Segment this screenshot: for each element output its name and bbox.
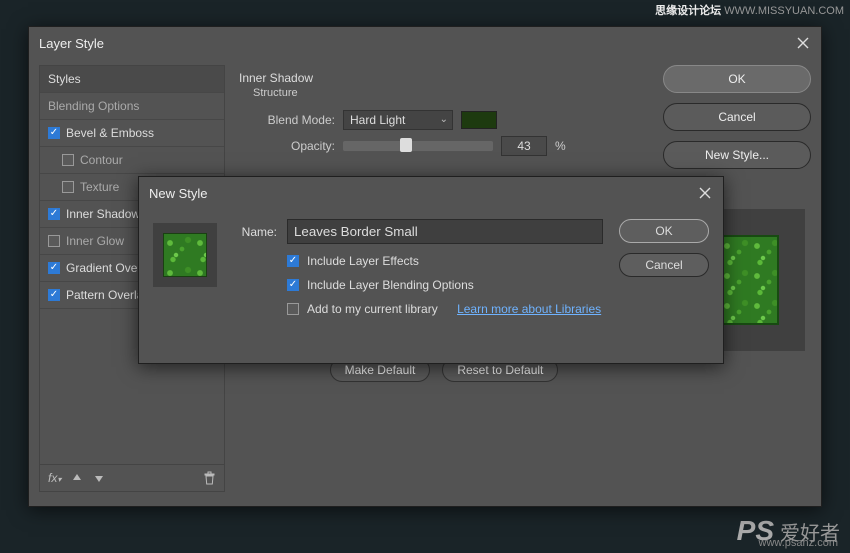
gradient-overlay-checkbox[interactable] (48, 262, 60, 274)
include-effects-label: Include Layer Effects (307, 254, 419, 268)
add-library-label: Add to my current library (307, 302, 438, 316)
watermark-top: 思缘设计论坛 WWW.MISSYUAN.COM (655, 2, 844, 18)
inner-shadow-checkbox[interactable] (48, 208, 60, 220)
cancel-button[interactable]: Cancel (663, 103, 811, 131)
contour-row[interactable]: Contour (40, 147, 224, 174)
move-up-icon[interactable] (71, 472, 83, 484)
settings-section-title: Inner Shadow (239, 71, 649, 85)
watermark-bot-url: www.psahz.com (759, 537, 838, 549)
opacity-value[interactable]: 43 (501, 136, 547, 156)
style-name-input[interactable] (287, 219, 603, 244)
chevron-down-icon: ⌄ (440, 114, 448, 125)
layer-style-title: Layer Style (39, 36, 104, 51)
new-style-title: New Style (149, 186, 208, 201)
watermark-top-cn: 思缘设计论坛 (655, 5, 721, 17)
contour-checkbox[interactable] (62, 154, 74, 166)
new-style-ok-button[interactable]: OK (619, 219, 709, 243)
blending-options-row[interactable]: Blending Options (40, 93, 224, 120)
bevel-emboss-row[interactable]: Bevel & Emboss (40, 120, 224, 147)
opacity-label: Opacity: (239, 139, 335, 153)
texture-checkbox[interactable] (62, 181, 74, 193)
structure-heading: Structure (239, 87, 649, 99)
include-effects-checkbox[interactable] (287, 255, 299, 267)
opacity-slider[interactable] (343, 141, 493, 151)
new-style-thumbnail (153, 223, 217, 287)
learn-more-link[interactable]: Learn more about Libraries (457, 302, 601, 316)
layer-style-titlebar[interactable]: Layer Style (29, 27, 821, 59)
ok-button[interactable]: OK (663, 65, 811, 93)
include-blending-label: Include Layer Blending Options (307, 278, 474, 292)
pattern-overlay-checkbox[interactable] (48, 289, 60, 301)
fx-icon[interactable]: fx▾ (48, 471, 61, 485)
inner-glow-checkbox[interactable] (48, 235, 60, 247)
add-library-checkbox[interactable] (287, 303, 299, 315)
close-icon[interactable] (697, 185, 713, 201)
name-label: Name: (233, 225, 277, 239)
trash-icon[interactable] (203, 471, 216, 485)
new-style-cancel-button[interactable]: Cancel (619, 253, 709, 277)
close-icon[interactable] (795, 35, 811, 51)
new-style-titlebar[interactable]: New Style (139, 177, 723, 209)
move-down-icon[interactable] (93, 472, 105, 484)
styles-header[interactable]: Styles (40, 66, 224, 93)
new-style-dialog: New Style Name: Include Layer Effects In… (138, 176, 724, 364)
styles-list-footer: fx▾ (40, 464, 224, 491)
shadow-color-swatch[interactable] (461, 111, 497, 129)
bevel-checkbox[interactable] (48, 127, 60, 139)
new-style-button[interactable]: New Style... (663, 141, 811, 169)
watermark-bottom: PS 爱好者 www.psahz.com (737, 515, 840, 547)
watermark-top-url: WWW.MISSYUAN.COM (724, 5, 844, 17)
include-blending-checkbox[interactable] (287, 279, 299, 291)
blend-mode-select[interactable]: Hard Light⌄ (343, 110, 453, 130)
opacity-unit: % (555, 139, 566, 153)
blend-mode-label: Blend Mode: (239, 113, 335, 127)
